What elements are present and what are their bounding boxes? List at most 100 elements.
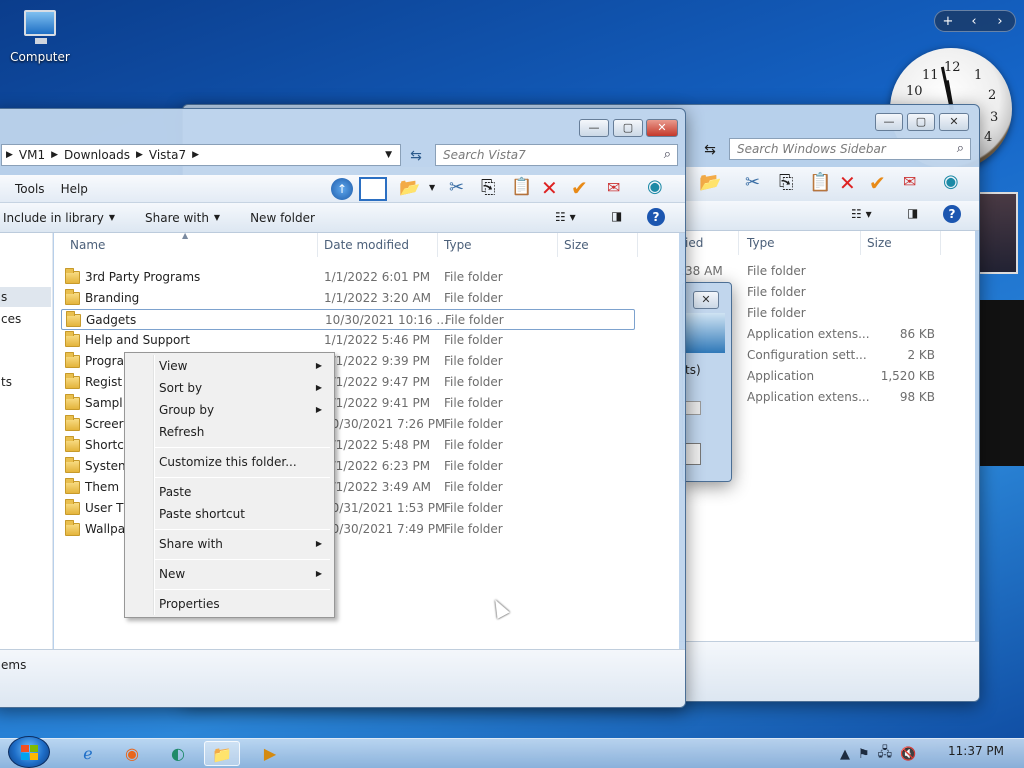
nav-item-fragment[interactable]: s <box>1 290 7 304</box>
address-bar[interactable]: ▶ VM1 ▶ Downloads ▶ Vista7 ▶ ▼ <box>1 144 401 166</box>
network-icon[interactable]: ◉ <box>943 171 959 192</box>
add-gadget-button[interactable]: + <box>935 14 961 29</box>
close-button[interactable]: ✕ <box>939 113 969 131</box>
vista7-explorer-window[interactable]: — ▢ ✕ ▶ VM1 ▶ Downloads ▶ Vista7 ▶ ▼ ⇆ S… <box>0 108 686 708</box>
checkmark-icon[interactable]: ✔ <box>571 176 588 200</box>
cut-icon[interactable]: ✂ <box>745 172 760 193</box>
search-input[interactable]: Search Windows Sidebar ⌕ <box>729 138 971 160</box>
start-button[interactable] <box>8 736 50 768</box>
views-icon[interactable]: ☷ ▾ <box>555 210 576 224</box>
include-in-library-button[interactable]: Include in library ▼ <box>3 211 115 225</box>
folder-options-icon[interactable]: 📂 <box>399 178 420 198</box>
close-button[interactable]: ✕ <box>646 119 678 137</box>
delete-icon[interactable]: ✕ <box>541 176 558 200</box>
column-size[interactable]: Size <box>558 233 638 257</box>
new-folder-button[interactable]: New folder <box>250 211 315 225</box>
folder-options-icon[interactable]: 📂 <box>699 172 721 193</box>
column-date-fragment[interactable]: ied <box>679 231 739 255</box>
breadcrumb-arrow-icon[interactable]: ▶ <box>136 150 143 160</box>
file-type: File folder <box>444 480 503 494</box>
preview-pane-icon[interactable]: ◨ <box>907 206 918 220</box>
breadcrumb-vm1[interactable]: VM1 <box>19 148 45 162</box>
refresh-icon[interactable]: ⇆ <box>403 143 429 169</box>
cut-icon[interactable]: ✂ <box>449 177 464 198</box>
menu-item-view[interactable]: View ▶ <box>127 355 332 377</box>
nav-item-selected[interactable] <box>0 287 51 307</box>
action-center-flag-icon[interactable]: ⚑ <box>858 747 870 762</box>
search-input[interactable]: Search Vista7 ⌕ <box>435 144 678 166</box>
copy-icon[interactable]: ⎘ <box>779 172 793 193</box>
menu-item-refresh[interactable]: Refresh <box>127 421 332 443</box>
help-icon[interactable]: ? <box>943 205 961 223</box>
internet-explorer-icon[interactable]: ℯ <box>70 741 106 766</box>
clock-time[interactable]: 11:37 PM <box>948 744 1004 758</box>
date-modified: 1/1/2022 3:49 AM <box>324 480 432 494</box>
menu-item-customize-folder[interactable]: Customize this folder... <box>127 451 332 473</box>
file-name: Help and Support <box>85 333 190 347</box>
preview-pane-icon[interactable]: ◨ <box>611 209 622 223</box>
clock-number: 4 <box>984 130 993 145</box>
table-row[interactable]: Gadgets 10/30/2021 10:16 ... File folder <box>61 309 635 330</box>
menu-help[interactable]: Help <box>61 182 88 196</box>
up-arrow-icon[interactable]: ↑ <box>331 178 353 200</box>
column-type[interactable]: Type <box>438 233 558 257</box>
next-gadget-button[interactable]: › <box>987 14 1013 29</box>
show-hidden-icons-icon[interactable]: ▲ <box>840 747 850 762</box>
address-dropdown-icon[interactable]: ▼ <box>385 150 392 160</box>
mail-icon[interactable]: ✉ <box>903 172 916 191</box>
menu-tools[interactable]: Tools <box>15 182 45 196</box>
maximize-button[interactable]: ▢ <box>907 113 935 131</box>
column-name[interactable]: Name <box>64 233 318 257</box>
date-modified: 1/1/2022 9:41 PM <box>324 396 431 410</box>
breadcrumb-arrow-icon[interactable]: ▶ <box>51 150 58 160</box>
network-icon[interactable]: ◉ <box>647 176 663 197</box>
slideshow-gadget[interactable] <box>978 192 1018 274</box>
mail-icon[interactable]: ✉ <box>607 178 620 197</box>
minimize-button[interactable]: — <box>579 119 609 137</box>
menu-item-properties[interactable]: Properties <box>127 593 332 615</box>
refresh-icon[interactable]: ⇆ <box>697 137 723 163</box>
file-name: Progra <box>85 354 124 368</box>
column-date-modified[interactable]: Date modified <box>318 233 438 257</box>
nav-item-fragment[interactable]: ts <box>1 375 12 389</box>
maximize-button[interactable]: ▢ <box>613 119 643 137</box>
menu-item-new[interactable]: New ▶ <box>127 563 332 585</box>
menu-item-share-with[interactable]: Share with ▶ <box>127 533 332 555</box>
table-row[interactable]: Help and Support 1/1/2022 5:46 PM File fol… <box>61 330 635 351</box>
help-icon[interactable]: ? <box>647 208 665 226</box>
minimize-button[interactable]: — <box>875 113 903 131</box>
media-player-icon[interactable]: ▶ <box>252 741 288 766</box>
share-with-button[interactable]: Share with ▼ <box>145 211 220 225</box>
checkmark-icon[interactable]: ✔ <box>869 171 886 195</box>
menu-item-paste[interactable]: Paste <box>127 481 332 503</box>
dialog-fragment[interactable]: ✕ ts) <box>682 282 732 482</box>
file-name: Gadgets <box>86 313 137 327</box>
computer-desktop-icon[interactable]: Computer <box>8 8 72 64</box>
breadcrumb-arrow-icon[interactable]: ▶ <box>192 150 199 160</box>
preview-toggle-icon[interactable] <box>359 177 387 201</box>
column-type[interactable]: Type <box>741 231 861 255</box>
column-size[interactable]: Size <box>861 231 941 255</box>
dialog-close-button[interactable]: ✕ <box>693 291 719 309</box>
breadcrumb-vista7[interactable]: Vista7 <box>149 148 186 162</box>
copy-icon[interactable]: ⎘ <box>481 177 495 198</box>
views-icon[interactable]: ☷ ▾ <box>851 207 872 221</box>
table-row[interactable]: 3rd Party Programs 1/1/2022 6:01 PM File f… <box>61 267 635 288</box>
menu-item-group-by[interactable]: Group by ▶ <box>127 399 332 421</box>
breadcrumb-downloads[interactable]: Downloads <box>64 148 130 162</box>
network-tray-icon[interactable]: 🖧 <box>878 743 893 765</box>
previous-gadget-button[interactable]: ‹ <box>961 14 987 29</box>
firefox-icon[interactable]: ◉ <box>114 741 150 766</box>
dropdown-icon[interactable]: ▼ <box>429 183 435 192</box>
paste-icon[interactable]: 📋 <box>809 172 831 193</box>
dark-gadget[interactable] <box>978 300 1024 466</box>
table-row[interactable]: Branding 1/1/2022 3:20 AM File folder <box>61 288 635 309</box>
messenger-icon[interactable]: ◐ <box>160 741 196 766</box>
menu-item-paste-shortcut[interactable]: Paste shortcut <box>127 503 332 525</box>
paste-icon[interactable]: 📋 <box>511 177 532 197</box>
explorer-taskbar-icon[interactable]: 📁 <box>204 741 240 766</box>
volume-muted-icon[interactable]: 🔇 <box>900 747 916 762</box>
menu-item-sort-by[interactable]: Sort by ▶ <box>127 377 332 399</box>
delete-icon[interactable]: ✕ <box>839 171 856 195</box>
nav-item-fragment[interactable]: ces <box>1 312 21 326</box>
